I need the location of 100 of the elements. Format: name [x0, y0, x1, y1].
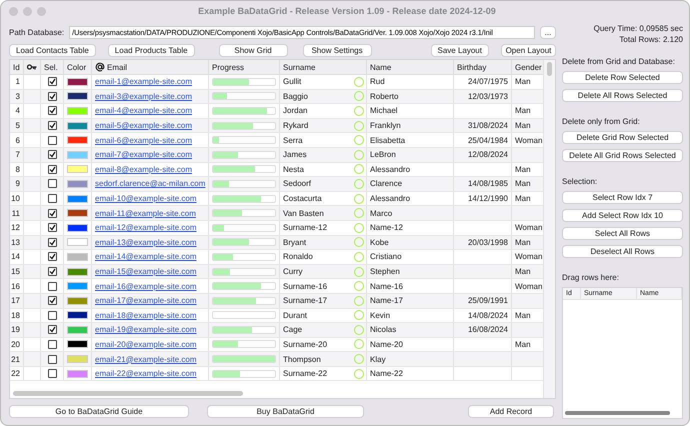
gender-cell: Man	[515, 179, 531, 188]
email-link[interactable]: email-6@example-site.com	[95, 136, 192, 145]
progress-bar	[212, 326, 276, 334]
circle-icon	[354, 296, 364, 306]
circle-icon	[354, 194, 364, 204]
name-cell: Name-20	[370, 340, 403, 349]
action-button[interactable]: Delete All Grid Rows Selected	[562, 149, 683, 162]
checkbox[interactable]	[48, 252, 56, 262]
email-link[interactable]: email-5@example-site.com	[95, 121, 192, 130]
checkbox[interactable]	[48, 282, 56, 291]
name-cell: Elisabetta	[370, 136, 406, 145]
show-grid-button[interactable]: Show Grid	[218, 44, 288, 56]
surname-cell: Jordan	[283, 106, 308, 116]
checkbox[interactable]	[48, 121, 56, 130]
checkbox[interactable]	[48, 354, 56, 364]
email-link[interactable]: email-3@example-site.com	[95, 92, 192, 101]
checkbox[interactable]	[48, 296, 56, 306]
buy-button[interactable]: Buy BaDataGrid	[207, 404, 364, 418]
section-title: Delete only from Grid:	[562, 117, 641, 126]
gender-cell: Man	[515, 310, 531, 320]
checkbox[interactable]	[48, 267, 56, 276]
progress-bar	[212, 78, 276, 86]
email-link[interactable]: email-12@example-site.com	[95, 223, 196, 232]
guide-button[interactable]: Go to BaDataGrid Guide	[9, 404, 189, 418]
checkbox[interactable]	[48, 150, 56, 160]
email-link[interactable]: sedorf.clarence@ac-milan.com	[95, 179, 206, 188]
email-link[interactable]: email-4@example-site.com	[95, 106, 192, 116]
show-settings-button[interactable]: Show Settings	[302, 44, 372, 56]
email-link[interactable]: email-16@example-site.com	[95, 282, 196, 291]
progress-bar	[212, 180, 276, 188]
name-cell: Nicolas	[370, 325, 396, 334]
email-link[interactable]: email-20@example-site.com	[95, 340, 196, 349]
load-contacts-button[interactable]: Load Contacts Table	[9, 44, 96, 56]
name-cell: Rud	[370, 77, 385, 86]
circle-icon	[354, 339, 364, 350]
checkbox[interactable]	[48, 77, 56, 86]
email-link[interactable]: email-1@example-site.com	[95, 77, 192, 86]
checkbox[interactable]	[48, 92, 56, 101]
name-cell: Cristiano	[370, 252, 402, 262]
checkbox[interactable]	[48, 136, 56, 145]
email-link[interactable]: email-22@example-site.com	[95, 369, 196, 378]
action-button[interactable]: Add Select Row Idx 10	[562, 209, 683, 222]
checkbox[interactable]	[48, 164, 56, 174]
checkbox[interactable]	[48, 194, 56, 204]
email-link[interactable]: email-10@example-site.com	[95, 194, 196, 204]
email-link[interactable]: email-15@example-site.com	[95, 267, 196, 276]
id-cell: 6	[16, 136, 20, 145]
email-link[interactable]: email-8@example-site.com	[95, 164, 192, 174]
save-layout-button[interactable]: Save Layout	[430, 44, 489, 56]
surname-cell: Bryant	[283, 238, 306, 247]
id-cell: 4	[16, 106, 20, 116]
birthday-cell: 25/04/1984	[468, 136, 508, 145]
circle-icon	[354, 76, 364, 87]
action-button[interactable]: Delete All Rows Selected	[562, 89, 683, 102]
email-link[interactable]: email-19@example-site.com	[95, 325, 196, 334]
email-link[interactable]: email-14@example-site.com	[95, 252, 196, 262]
id-cell: 7	[16, 150, 20, 160]
checkbox[interactable]	[48, 106, 56, 116]
action-button[interactable]: Deselect All Rows	[562, 245, 683, 258]
column-header: Email	[107, 62, 128, 72]
load-products-button[interactable]: Load Products Table	[108, 44, 195, 56]
open-layout-button[interactable]: Open Layout	[500, 44, 556, 56]
surname-cell: Van Basten	[283, 208, 324, 218]
birthday-cell: 14/12/1990	[468, 194, 508, 204]
action-button[interactable]: Delete Row Selected	[562, 71, 683, 84]
email-link[interactable]: email-17@example-site.com	[95, 296, 196, 306]
browse-button[interactable]: ...	[540, 26, 556, 38]
checkbox[interactable]	[48, 223, 56, 232]
id-cell: 13	[11, 238, 20, 247]
checkbox[interactable]	[48, 369, 56, 378]
checkbox[interactable]	[48, 325, 56, 334]
email-link[interactable]: email-7@example-site.com	[95, 150, 192, 160]
email-link[interactable]: email-21@example-site.com	[95, 354, 196, 364]
checkbox[interactable]	[48, 238, 56, 247]
circle-icon	[354, 281, 364, 292]
scrollbar-thumb[interactable]	[13, 391, 243, 396]
circle-icon	[354, 222, 364, 233]
surname-cell: Surname-17	[283, 296, 328, 306]
gender-cell: Woman	[515, 223, 542, 232]
action-button[interactable]: Delete Grid Row Selected	[562, 131, 683, 144]
checkbox[interactable]	[48, 179, 56, 188]
email-link[interactable]: email-18@example-site.com	[95, 310, 196, 320]
scrollbar-thumb[interactable]	[547, 62, 552, 76]
checkbox[interactable]	[48, 310, 56, 320]
path-label: Path Database:	[9, 28, 64, 36]
column-header: Name	[370, 62, 392, 72]
add-record-button[interactable]: Add Record	[468, 404, 554, 418]
progress-bar	[212, 355, 276, 364]
action-button[interactable]: Select All Rows	[562, 227, 683, 240]
circle-icon	[354, 208, 364, 218]
section-title: Selection:	[562, 177, 598, 186]
scrollbar-thumb[interactable]	[565, 411, 670, 415]
action-button[interactable]: Select Row Idx 7	[562, 191, 683, 204]
email-link[interactable]: email-11@example-site.com	[95, 208, 196, 218]
checkbox[interactable]	[48, 340, 56, 349]
checkbox[interactable]	[48, 208, 56, 218]
email-link[interactable]: email-13@example-site.com	[95, 238, 196, 247]
birthday-cell: 20/03/1998	[468, 238, 508, 247]
name-cell: Name-17	[370, 296, 403, 306]
circle-icon	[354, 91, 364, 102]
